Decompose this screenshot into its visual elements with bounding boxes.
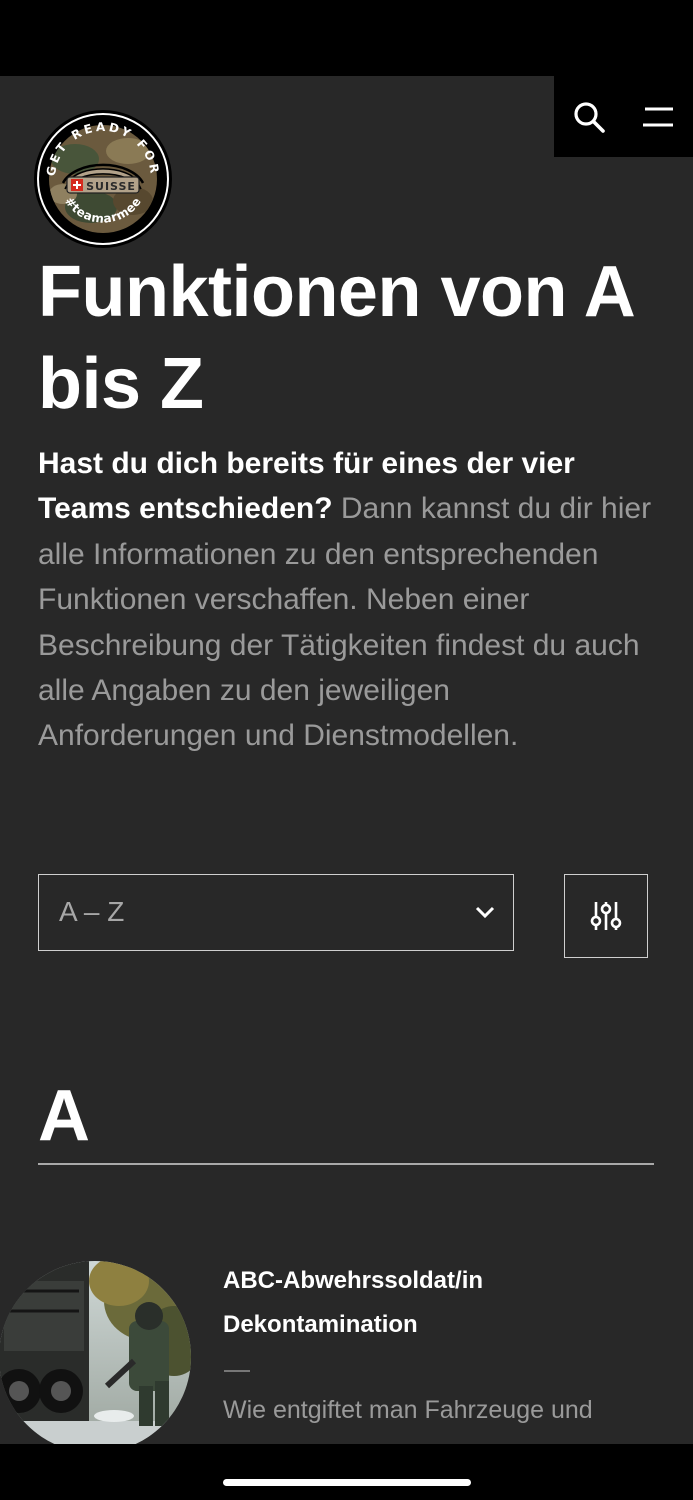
search-button[interactable] bbox=[564, 92, 614, 142]
sort-select[interactable]: A – Z bbox=[38, 874, 514, 951]
page-content: SUISSE GET READY FOR #teamarmee Funktion… bbox=[0, 76, 693, 1444]
function-card-title-line-2: Dekontamination bbox=[223, 1311, 418, 1338]
intro-paragraph: Hast du dich bereits für eines der vier … bbox=[38, 441, 653, 759]
filter-button[interactable] bbox=[564, 874, 648, 958]
function-card-title-line-1: ABC-Abwehrssoldat/in bbox=[223, 1267, 484, 1294]
search-icon bbox=[574, 101, 605, 133]
bottom-bar bbox=[0, 1444, 693, 1500]
intro-body: Dann kannst du dir hier alle Information… bbox=[38, 492, 652, 753]
chevron-down-icon bbox=[475, 906, 495, 919]
team-armee-logo[interactable]: SUISSE GET READY FOR #teamarmee bbox=[33, 109, 173, 249]
sort-select-value: A – Z bbox=[59, 896, 125, 927]
status-bar bbox=[0, 0, 693, 76]
function-card-title: ABC-Abwehrssoldat/in Dekontamination bbox=[223, 1259, 643, 1347]
function-card-separator bbox=[224, 1370, 250, 1372]
home-indicator[interactable] bbox=[223, 1479, 471, 1486]
function-card-teaser: Wie entgiftet man Fahrzeuge und bbox=[223, 1396, 593, 1424]
section-divider bbox=[38, 1163, 654, 1165]
function-card[interactable]: ABC-Abwehrssoldat/in Dekontamination Wie … bbox=[0, 1261, 693, 1444]
menu-button[interactable] bbox=[633, 92, 683, 142]
menu-icon bbox=[643, 107, 674, 126]
page-title-line-2: bis Z bbox=[38, 344, 204, 424]
svg-text:SUISSE: SUISSE bbox=[86, 180, 136, 193]
function-card-image bbox=[0, 1261, 191, 1444]
page-title: Funktionen von A bis Z bbox=[38, 246, 658, 430]
page-title-line-1: Funktionen von A bbox=[38, 252, 636, 332]
top-toolbar bbox=[554, 76, 693, 157]
section-letter: A bbox=[38, 1076, 90, 1156]
sliders-icon bbox=[590, 902, 622, 930]
